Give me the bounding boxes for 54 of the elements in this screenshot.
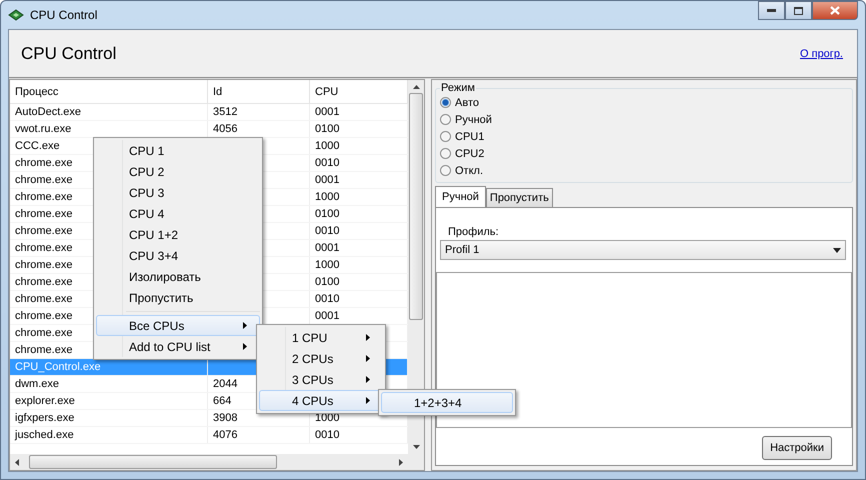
- chip-icon: [8, 9, 24, 21]
- about-link[interactable]: О прогр.: [800, 48, 843, 60]
- scroll-thumb[interactable]: [409, 93, 423, 320]
- column-header[interactable]: Процесс: [10, 80, 208, 103]
- app-heading: CPU Control: [21, 44, 116, 64]
- submenu-arrow-icon: [366, 355, 370, 362]
- minimize-button[interactable]: [758, 1, 785, 20]
- submenu-arrow-icon: [243, 322, 247, 329]
- minimize-icon: [767, 9, 776, 12]
- tab[interactable]: Ручной: [435, 186, 486, 207]
- radio-option[interactable]: Откл.: [440, 162, 848, 179]
- radio-button[interactable]: [440, 97, 451, 108]
- maximize-button[interactable]: [785, 1, 812, 20]
- column-header[interactable]: Id: [208, 80, 310, 103]
- window-title: CPU Control: [30, 8, 98, 22]
- submenu-arrow-icon: [366, 376, 370, 383]
- process-row[interactable]: AutoDect.exe 3512 0001: [10, 104, 408, 121]
- profile-dropdown[interactable]: Profil 1: [440, 240, 846, 260]
- group-title: Режим: [440, 82, 476, 94]
- table-cell: jusched.exe: [10, 427, 208, 443]
- radio-option[interactable]: CPU2: [440, 145, 848, 162]
- scroll-right-icon: [399, 458, 403, 466]
- radio-button[interactable]: [440, 165, 451, 176]
- menu-item[interactable]: 1 CPU: [259, 327, 383, 348]
- radio-option[interactable]: Авто: [440, 94, 848, 111]
- radio-button[interactable]: [440, 148, 451, 159]
- radio-button[interactable]: [440, 114, 451, 125]
- radio-option[interactable]: CPU1: [440, 128, 848, 145]
- settings-button[interactable]: Настройки: [762, 436, 832, 460]
- submenu-arrow-icon: [243, 343, 247, 350]
- scroll-thumb[interactable]: [29, 455, 277, 469]
- scroll-left-icon: [15, 458, 19, 466]
- menu-item[interactable]: 1+2+3+4: [381, 392, 513, 413]
- maximize-icon: [794, 6, 803, 14]
- table-cell: AutoDect.exe: [10, 104, 208, 120]
- submenu-arrow-icon: [366, 397, 370, 404]
- table-cell: explorer.exe: [10, 393, 208, 409]
- process-row[interactable]: jusched.exe 4076 0010: [10, 427, 408, 444]
- table-cell: 4076: [208, 427, 310, 443]
- submenu-arrow-icon: [366, 334, 370, 341]
- table-cell: dwm.exe: [10, 376, 208, 392]
- tab[interactable]: Пропустить: [486, 188, 553, 207]
- profile-label: Профиль:: [447, 226, 500, 238]
- dropdown-arrow-icon: [833, 248, 841, 252]
- radio-button[interactable]: [440, 131, 451, 142]
- close-button[interactable]: [812, 1, 858, 20]
- scroll-up-icon: [412, 85, 420, 89]
- horizontal-scrollbar[interactable]: [10, 454, 424, 470]
- radio-option[interactable]: Ручной: [440, 111, 848, 128]
- scroll-down-icon: [412, 445, 420, 449]
- table-cell: 3512: [208, 104, 310, 120]
- table-cell: igfxpers.exe: [10, 410, 208, 426]
- menu-item[interactable]: Все CPUs: [96, 315, 260, 336]
- close-icon: [830, 6, 840, 15]
